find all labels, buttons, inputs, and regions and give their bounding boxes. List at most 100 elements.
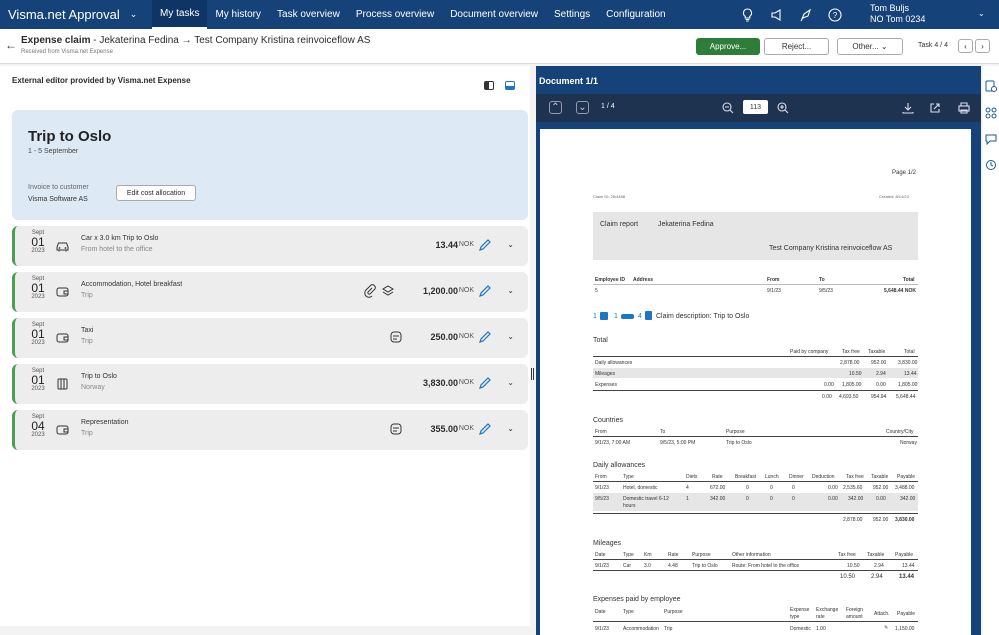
print-icon[interactable] <box>957 101 970 114</box>
nav-task-overview[interactable]: Task overview <box>269 0 348 29</box>
splitter-handle-icon[interactable] <box>531 368 534 380</box>
document-page: Page 1/2 Claim ID: 26/4458 Created: 8/14… <box>540 129 971 635</box>
expense-row[interactable]: Sept 01 2023 Car x 3.0 km Trip to Oslo Fro… <box>12 226 528 266</box>
invoice-customer: Visma Software AS <box>28 196 88 203</box>
nav-process-overview[interactable]: Process overview <box>348 0 442 29</box>
doc-report-label: Claim report <box>600 221 639 228</box>
comments-icon[interactable] <box>985 133 997 145</box>
page-down-icon[interactable]: ⌄ <box>576 101 589 114</box>
doc-cell: 672.00 <box>710 485 726 491</box>
doc-col-header: Paid by company <box>790 349 829 355</box>
doc-cell: 4 <box>686 485 689 491</box>
doc-cell: 0 <box>746 496 749 502</box>
chevron-down-icon: ⌄ <box>978 9 985 18</box>
receipt-scan-icon[interactable] <box>389 330 403 344</box>
expense-amount: 355.00 <box>430 424 458 434</box>
paperclip-icon[interactable] <box>363 284 377 298</box>
download-icon[interactable] <box>901 101 914 114</box>
doc-cell: Car <box>623 563 632 569</box>
wallet-icon <box>56 425 69 435</box>
history-icon[interactable] <box>985 159 997 171</box>
workflow-icon[interactable] <box>985 107 997 119</box>
other-dropdown[interactable]: Other... ⌄ <box>837 38 903 55</box>
pencil-icon[interactable] <box>478 238 492 252</box>
lightbulb-icon[interactable] <box>740 7 755 22</box>
chevron-down-icon[interactable]: ⌄ <box>507 286 514 295</box>
zoom-in-icon[interactable] <box>776 101 789 114</box>
approve-button[interactable]: Approve... <box>696 38 760 55</box>
user-company: NO Tom 0234 <box>870 14 926 24</box>
bottom-panel-view-icon[interactable] <box>505 81 515 90</box>
app-switcher[interactable]: Visma.net Approval ⌄ <box>0 7 152 22</box>
doc-cell: 0 <box>792 485 795 491</box>
nav-settings[interactable]: Settings <box>546 0 598 29</box>
nav-my-history[interactable]: My history <box>207 0 269 29</box>
doc-cell: 1 <box>686 496 689 502</box>
chevron-down-icon[interactable]: ⌄ <box>507 424 514 433</box>
expense-amount: 3,830.00 <box>422 378 458 388</box>
doc-col-header: Payable <box>895 552 914 558</box>
user-menu[interactable]: Tom Buljs NO Tom 0234 ⌄ <box>870 3 985 25</box>
edit-cost-allocation-button[interactable]: Edit cost allocation <box>116 185 196 201</box>
expense-year: 2023 <box>31 340 45 346</box>
doc-count: 1 <box>593 313 597 320</box>
doc-cell: 10.50 <box>840 574 856 580</box>
page-subtitle: Received from Visma.net Expense <box>21 49 113 55</box>
doc-cell: 9/1/23 <box>595 563 609 569</box>
expense-row[interactable]: Sept 01 2023 Trip to Oslo Norway 3,830.00 … <box>12 364 528 404</box>
zoom-out-icon[interactable] <box>721 101 734 114</box>
nav-configuration[interactable]: Configuration <box>598 0 673 29</box>
zoom-input[interactable]: 113 <box>743 100 768 114</box>
doc-cell: 1,805.00 <box>842 382 862 388</box>
pencil-icon[interactable] <box>478 284 492 298</box>
megaphone-icon[interactable] <box>769 7 784 22</box>
split-view-icon[interactable] <box>484 81 494 90</box>
doc-cell: 0.00 <box>828 485 838 491</box>
doc-cell: 9/5/23 <box>819 288 833 294</box>
rocket-icon[interactable] <box>798 7 813 22</box>
expense-row[interactable]: Sept 04 2023 Representation Trip 355.00 NO… <box>12 410 528 450</box>
expense-subtitle: Norway <box>81 384 105 391</box>
pencil-icon[interactable] <box>478 376 492 390</box>
chevron-down-icon[interactable]: ⌄ <box>507 378 514 387</box>
previous-task-button[interactable]: ‹ <box>958 39 973 53</box>
receipt-scan-icon[interactable] <box>389 422 403 436</box>
reject-button[interactable]: Reject... <box>764 38 829 55</box>
doc-cell: 5 <box>595 288 598 294</box>
expense-currency: NOK <box>458 379 474 386</box>
doc-col-header: Taxable <box>867 552 885 558</box>
help-icon[interactable]: ? <box>827 7 842 22</box>
doc-cell: Domestic travel 6-12 <box>623 496 669 502</box>
doc-cell: Norway <box>900 440 917 446</box>
doc-rule <box>593 481 918 482</box>
invoice-label: Invoice to customer <box>28 184 89 191</box>
doc-col-header: Total <box>903 277 915 283</box>
back-arrow-icon[interactable]: ← <box>5 38 17 52</box>
pencil-icon[interactable] <box>478 330 492 344</box>
side-rail <box>983 66 999 635</box>
next-task-button[interactable]: › <box>975 39 990 53</box>
page-up-icon[interactable]: ⌃ <box>549 101 562 114</box>
expense-row[interactable]: Sept 01 2023 Taxi Trip 250.00 NOK ⌄ <box>12 318 528 358</box>
doc-count: 1 <box>614 313 618 320</box>
panel-splitter[interactable] <box>530 66 535 635</box>
open-external-icon[interactable] <box>928 101 941 114</box>
expense-day: 01 <box>31 327 45 341</box>
doc-col-header: Payable <box>897 474 916 480</box>
doc-cell: 2,535.60 <box>843 485 863 491</box>
expense-row[interactable]: Sept 01 2023 Accommodation, Hotel breakfas… <box>12 272 528 312</box>
nav-my-tasks[interactable]: My tasks <box>152 0 208 29</box>
doc-col-header: Tax free <box>846 474 864 480</box>
nav-document-overview[interactable]: Document overview <box>442 0 546 29</box>
pencil-icon[interactable] <box>478 422 492 436</box>
doc-col-header: Employee ID <box>595 277 626 283</box>
expense-day: 04 <box>31 419 45 433</box>
doc-rule <box>593 436 918 437</box>
doc-employee-name: Jekaterina Fedina <box>658 221 714 228</box>
chevron-down-icon[interactable]: ⌄ <box>507 240 514 249</box>
paperclip-icon: ✎ <box>884 625 889 631</box>
attachment-info-icon[interactable] <box>985 80 997 92</box>
chevron-down-icon[interactable]: ⌄ <box>507 332 514 341</box>
layers-icon[interactable] <box>381 284 395 298</box>
trip-dates: 1 - 5 September <box>28 148 79 155</box>
